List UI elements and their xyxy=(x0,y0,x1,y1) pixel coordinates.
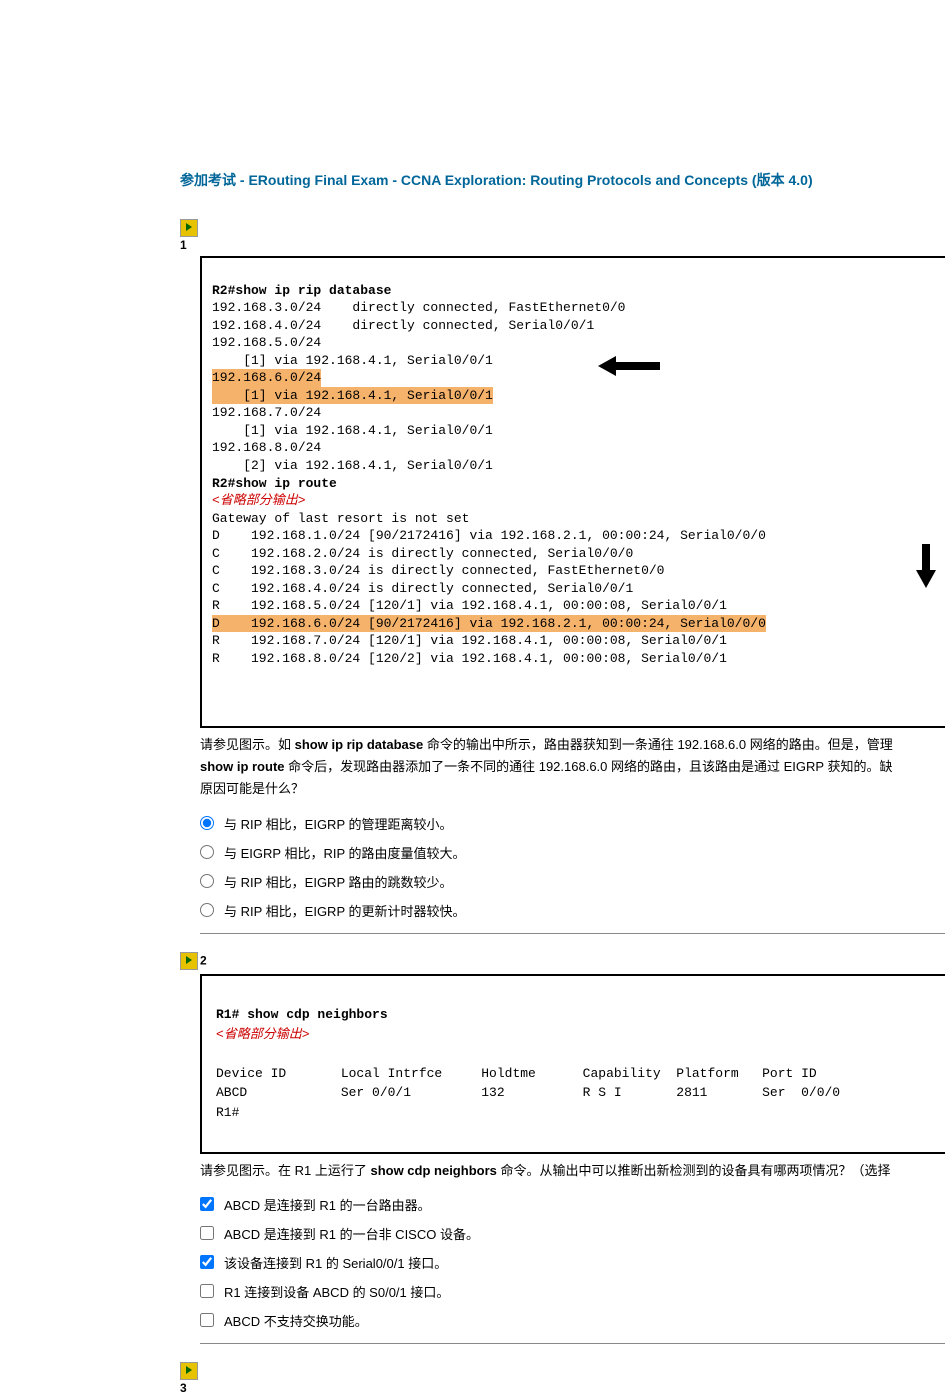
option-row: 与 EIGRP 相比，RIP 的路由度量值较大。 xyxy=(200,838,945,867)
exhibit-line: C 192.168.2.0/24 is directly connected, … xyxy=(212,546,633,561)
checkbox-option[interactable] xyxy=(200,1226,214,1240)
exhibit-line: Gateway of last resort is not set xyxy=(212,511,469,526)
exhibit-line: [1] via 192.168.4.1, Serial0/0/1 xyxy=(212,353,493,368)
option-label: 与 RIP 相比，EIGRP 路由的跳数较少。 xyxy=(224,872,453,891)
exhibit-line: R2#show ip route xyxy=(212,476,337,491)
exhibit-line-highlighted: 192.168.6.0/24 xyxy=(212,369,321,387)
question-text: 请参见图示。在 R1 上运行了 show cdp neighbors 命令。从输… xyxy=(200,1160,945,1182)
qtext-part: 原因可能是什么？ xyxy=(200,781,304,796)
page-title: 参加考试 - ERouting Final Exam - CCNA Explor… xyxy=(180,170,945,191)
exhibit-q1: R2#show ip rip database 192.168.3.0/24 d… xyxy=(200,256,945,728)
arrow-down-icon xyxy=(916,544,936,588)
radio-option[interactable] xyxy=(200,903,214,917)
qtext-part: 请参见图示。在 R1 上运行了 xyxy=(200,1163,370,1178)
option-label: ABCD 是连接到 R1 的一台非 CISCO 设备。 xyxy=(224,1224,479,1243)
flag-icon[interactable] xyxy=(180,219,198,237)
option-label: ABCD 是连接到 R1 的一台路由器。 xyxy=(224,1195,431,1214)
exhibit-line: <省略部分输出> xyxy=(216,1027,310,1042)
option-label: 与 RIP 相比，EIGRP 的管理距离较小。 xyxy=(224,814,453,833)
exhibit-line: R1# xyxy=(216,1105,239,1120)
question-number: 3 xyxy=(180,1381,187,1395)
qtext-part: 命令后，发现路由器添加了一条不同的通往 192.168.6.0 网络的路由，且该… xyxy=(285,759,893,774)
option-label: 该设备连接到 R1 的 Serial0/0/1 接口。 xyxy=(224,1253,447,1272)
question-number: 1 xyxy=(180,238,187,252)
checkbox-option[interactable] xyxy=(200,1255,214,1269)
qtext-cmd: show cdp neighbors xyxy=(370,1163,496,1178)
exhibit-line: [1] via 192.168.4.1, Serial0/0/1 xyxy=(212,423,493,438)
option-row: R1 连接到设备 ABCD 的 S0/0/1 接口。 xyxy=(200,1277,945,1306)
radio-option[interactable] xyxy=(200,816,214,830)
exhibit-line: R 192.168.7.0/24 [120/1] via 192.168.4.1… xyxy=(212,633,727,648)
option-row: 与 RIP 相比，EIGRP 路由的跳数较少。 xyxy=(200,867,945,896)
option-row: 该设备连接到 R1 的 Serial0/0/1 接口。 xyxy=(200,1248,945,1277)
exhibit-line: C 192.168.3.0/24 is directly connected, … xyxy=(212,563,664,578)
divider xyxy=(200,933,945,934)
checkbox-option[interactable] xyxy=(200,1197,214,1211)
exhibit-line: C 192.168.4.0/24 is directly connected, … xyxy=(212,581,633,596)
qtext-part: 请参见图示。如 xyxy=(200,737,295,752)
exhibit-line: R 192.168.8.0/24 [120/2] via 192.168.4.1… xyxy=(212,651,727,666)
option-row: 与 RIP 相比，EIGRP 的管理距离较小。 xyxy=(200,809,945,838)
question-3: 3 xyxy=(180,1362,945,1395)
qtext-part: 命令的输出中所示，路由器获知到一条通往 192.168.6.0 网络的路由。但是… xyxy=(423,737,893,752)
qtext-cmd: show ip rip database xyxy=(295,737,424,752)
question-number: 2 xyxy=(200,953,207,967)
radio-option[interactable] xyxy=(200,845,214,859)
exhibit-line-highlighted: [1] via 192.168.4.1, Serial0/0/1 xyxy=(212,387,493,405)
exhibit-line: D 192.168.1.0/24 [90/2172416] via 192.16… xyxy=(212,528,766,543)
arrow-left-icon xyxy=(604,356,660,376)
divider xyxy=(200,1343,945,1344)
radio-option[interactable] xyxy=(200,874,214,888)
question-text: 请参见图示。如 show ip rip database 命令的输出中所示，路由… xyxy=(200,734,945,800)
option-label: R1 连接到设备 ABCD 的 S0/0/1 接口。 xyxy=(224,1282,449,1301)
exhibit-line-highlighted: D 192.168.6.0/24 [90/2172416] via 192.16… xyxy=(212,615,766,633)
exhibit-line: 192.168.5.0/24 xyxy=(212,335,321,350)
option-label: 与 RIP 相比，EIGRP 的更新计时器较快。 xyxy=(224,901,466,920)
exhibit-line: R2#show ip rip database xyxy=(212,283,391,298)
option-row: ABCD 不支持交换功能。 xyxy=(200,1306,945,1335)
checkbox-option[interactable] xyxy=(200,1313,214,1327)
exhibit-line: R 192.168.5.0/24 [120/1] via 192.168.4.1… xyxy=(212,598,727,613)
options-q1: 与 RIP 相比，EIGRP 的管理距离较小。 与 EIGRP 相比，RIP 的… xyxy=(200,809,945,925)
checkbox-option[interactable] xyxy=(200,1284,214,1298)
option-row: ABCD 是连接到 R1 的一台路由器。 xyxy=(200,1190,945,1219)
question-1: 1 R2#show ip rip database 192.168.3.0/24… xyxy=(180,219,945,934)
flag-icon[interactable] xyxy=(180,952,198,970)
exhibit-header: Device ID Local Intrfce Holdtme Capabili… xyxy=(216,1066,817,1081)
exhibit-line: 192.168.4.0/24 directly connected, Seria… xyxy=(212,318,594,333)
option-row: 与 RIP 相比，EIGRP 的更新计时器较快。 xyxy=(200,896,945,925)
exhibit-line: 192.168.3.0/24 directly connected, FastE… xyxy=(212,300,625,315)
exhibit-row: ABCD Ser 0/0/1 132 R S I 2811 Ser 0/0/0 xyxy=(216,1085,840,1100)
option-label: ABCD 不支持交换功能。 xyxy=(224,1311,368,1330)
exhibit-line: <省略部分输出> xyxy=(212,493,306,508)
exhibit-line: [2] via 192.168.4.1, Serial0/0/1 xyxy=(212,458,493,473)
qtext-cmd: show ip route xyxy=(200,759,285,774)
exhibit-line: R1# show cdp neighbors xyxy=(216,1007,388,1022)
exhibit-line: 192.168.7.0/24 xyxy=(212,405,321,420)
flag-icon[interactable] xyxy=(180,1362,198,1380)
qtext-part: 命令。从输出中可以推断出新检测到的设备具有哪两项情况？（选择 xyxy=(497,1163,891,1178)
question-2: 2 R1# show cdp neighbors <省略部分输出> Device… xyxy=(180,952,945,1344)
option-row: ABCD 是连接到 R1 的一台非 CISCO 设备。 xyxy=(200,1219,945,1248)
exhibit-line: 192.168.8.0/24 xyxy=(212,440,321,455)
options-q2: ABCD 是连接到 R1 的一台路由器。 ABCD 是连接到 R1 的一台非 C… xyxy=(200,1190,945,1335)
exhibit-q2: R1# show cdp neighbors <省略部分输出> Device I… xyxy=(200,974,945,1154)
option-label: 与 EIGRP 相比，RIP 的路由度量值较大。 xyxy=(224,843,466,862)
